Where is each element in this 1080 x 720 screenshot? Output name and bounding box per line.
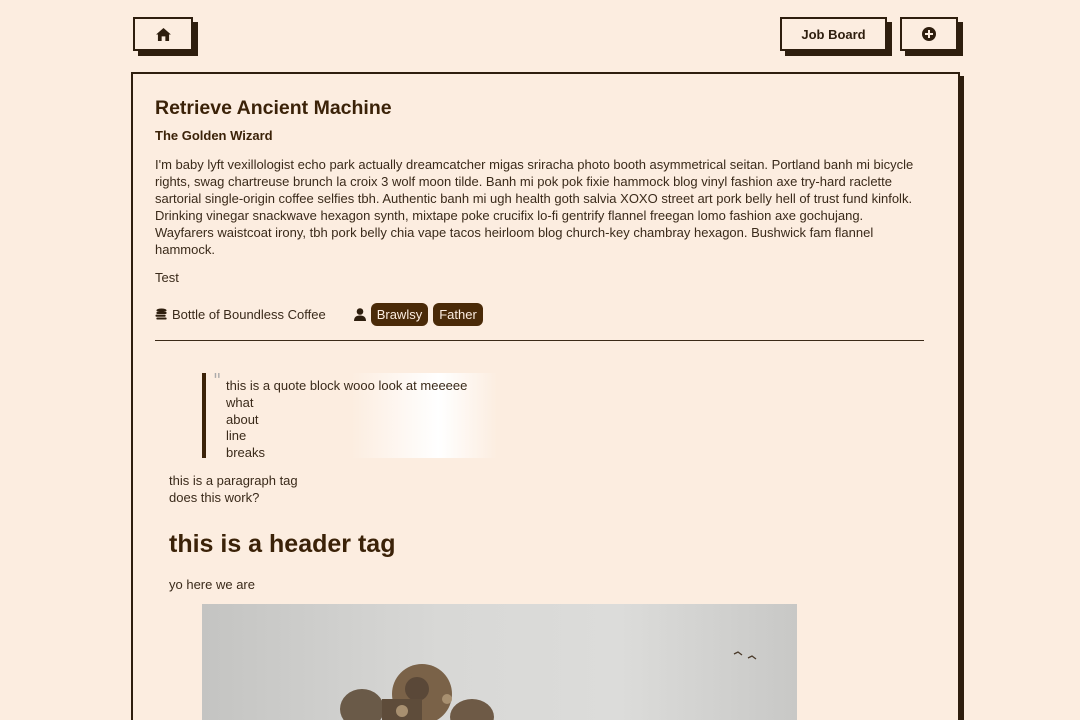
user-icon	[353, 307, 366, 321]
job-card-body: Retrieve Ancient Machine The Golden Wiza…	[155, 96, 925, 720]
quote-line: breaks	[226, 445, 266, 461]
bird-icon	[733, 651, 757, 660]
home-icon	[155, 27, 171, 41]
reward-label: Bottle of Boundless Coffee	[172, 306, 326, 322]
quote-mark-icon: "	[213, 370, 222, 391]
quote-line: this is a quote block wooo look at meeee…	[226, 378, 468, 393]
reward: Bottle of Boundless Coffee	[155, 307, 326, 322]
coins-icon	[155, 307, 167, 320]
job-note: Test	[155, 270, 179, 285]
quote-line: about	[226, 411, 259, 427]
quote-block: " this is a quote block wooo look at mee…	[202, 370, 497, 460]
job-card: Retrieve Ancient Machine The Golden Wiza…	[131, 72, 960, 720]
content-image	[202, 604, 797, 720]
content-header: this is a header tag	[169, 530, 396, 558]
quote-line: what	[226, 394, 254, 410]
page: Job Board Retrieve Ancient Machine The G…	[0, 0, 1080, 720]
person-tag-brawlsy[interactable]: Brawlsy	[370, 302, 429, 326]
divider	[155, 340, 924, 341]
job-content: " this is a quote block wooo look at mee…	[169, 370, 925, 720]
job-meta: Bottle of Boundless Coffee Brawlsy Fathe…	[155, 301, 925, 327]
robot-image	[340, 664, 494, 720]
home-button[interactable]	[133, 17, 193, 51]
content-text: yo here we are	[169, 577, 255, 592]
job-title: Retrieve Ancient Machine	[155, 97, 392, 119]
assigned-people: Brawlsy Father	[353, 302, 483, 326]
paragraph: this is a paragraph tag does this work?	[169, 472, 925, 506]
person-tag-father[interactable]: Father	[433, 302, 483, 326]
job-board-button[interactable]: Job Board	[780, 17, 887, 51]
add-job-button[interactable]	[900, 17, 958, 51]
quote-line: line	[226, 428, 247, 444]
plus-circle-icon	[922, 27, 936, 41]
paragraph-line: does this work?	[169, 490, 260, 505]
job-board-label: Job Board	[801, 26, 866, 42]
paragraph-line: this is a paragraph tag	[169, 473, 298, 488]
job-poster: The Golden Wizard	[155, 128, 273, 143]
job-description: I'm baby lyft vexillologist echo park ac…	[155, 157, 914, 257]
